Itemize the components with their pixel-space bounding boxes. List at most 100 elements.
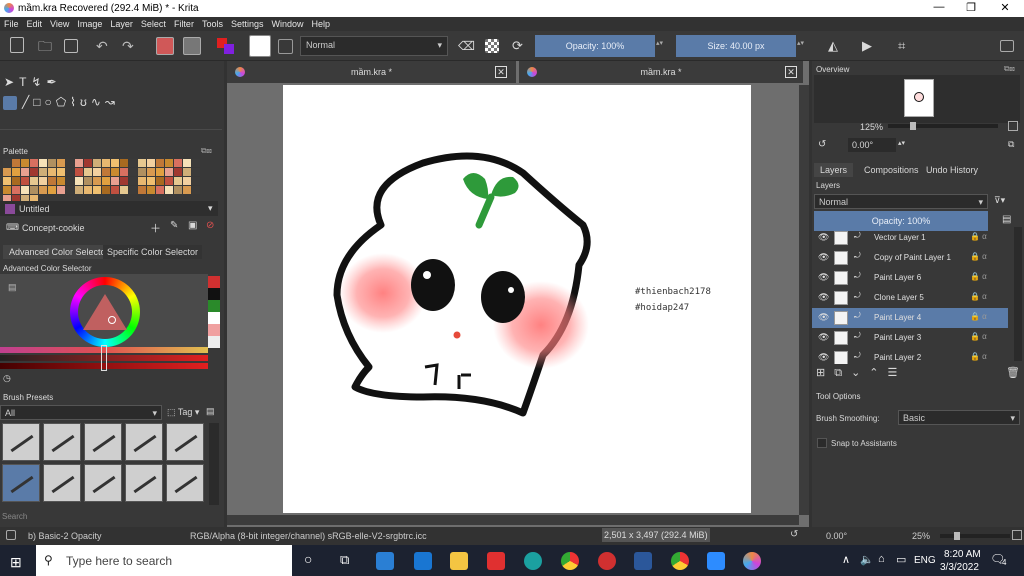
chrome-window-icon[interactable]	[671, 552, 689, 570]
palette-swatch[interactable]	[57, 177, 65, 185]
close-button[interactable]: ✕	[992, 1, 1018, 16]
open-icon[interactable]: 🗀	[38, 37, 56, 55]
palette-swatch[interactable]	[48, 159, 56, 167]
brush-preset-tile[interactable]	[84, 423, 122, 461]
palette-swatch[interactable]	[174, 186, 182, 194]
palette-swatch[interactable]	[165, 159, 173, 167]
palette-swatch[interactable]	[138, 159, 146, 167]
palette-swatch[interactable]	[165, 186, 173, 194]
palette-swatch[interactable]	[48, 168, 56, 176]
palette-swatch[interactable]	[93, 168, 101, 176]
menu-file[interactable]: File	[0, 17, 23, 31]
brush-preset-tile[interactable]	[166, 464, 204, 502]
windows-start-icon[interactable]: ⊞	[10, 554, 22, 571]
menu-window[interactable]: Window	[267, 17, 307, 31]
opacity-slider[interactable]: Opacity: 100%	[535, 35, 655, 57]
edge-icon[interactable]	[524, 552, 542, 570]
canvas-paper[interactable]: #thienbach2178 #hoidap247	[283, 85, 751, 513]
palette-swatch[interactable]	[57, 186, 65, 194]
palette-swatch[interactable]	[75, 168, 83, 176]
krita-taskbar-icon[interactable]	[743, 552, 761, 570]
palette-swatch[interactable]	[57, 159, 65, 167]
palette-swatch[interactable]	[102, 159, 110, 167]
import-palette-icon[interactable]: ▣	[188, 220, 197, 231]
slider-handle[interactable]	[910, 122, 916, 130]
brush-search-input[interactable]: Search	[2, 512, 27, 521]
layer-lock-icon[interactable]: 🔒 α	[970, 332, 987, 341]
docker-float-icon[interactable]: ⧉⊠	[1004, 64, 1015, 74]
layer-lock-icon[interactable]: 🔒 α	[970, 272, 987, 281]
vertical-scrollbar[interactable]	[799, 85, 809, 515]
freehand-brush-icon[interactable]	[3, 96, 17, 110]
tab-advanced-color-selector[interactable]: Advanced Color Selector	[3, 245, 115, 259]
mirror-vertical-icon[interactable]: ▶	[862, 37, 880, 55]
palette-swatch[interactable]	[12, 186, 20, 194]
palette-swatch[interactable]	[120, 168, 128, 176]
alpha-lock-icon[interactable]	[485, 39, 499, 53]
close-tab-icon[interactable]: ✕	[495, 66, 507, 78]
overview-zoom-slider[interactable]	[888, 122, 998, 130]
brush-preset-tile[interactable]	[2, 464, 40, 502]
new-document-icon[interactable]	[10, 37, 24, 53]
horizontal-scrollbar[interactable]	[227, 515, 799, 525]
palette-swatch[interactable]	[39, 186, 47, 194]
palette-swatch[interactable]	[66, 168, 74, 176]
docker-float-icon[interactable]: ⧉⊠	[201, 146, 212, 156]
palette-swatch[interactable]	[75, 186, 83, 194]
tab-undo-history[interactable]: Undo History	[920, 163, 984, 177]
palette-swatch[interactable]	[147, 159, 155, 167]
background-color-swatch[interactable]	[224, 44, 234, 54]
layer-row[interactable]: 👁 ⤾ Paint Layer 4 🔒 α	[812, 308, 1008, 328]
palette-swatch[interactable]	[30, 159, 38, 167]
palette-swatch[interactable]	[21, 177, 29, 185]
brush-preset-icon[interactable]	[249, 35, 271, 57]
layer-visibility-icon[interactable]: 👁	[818, 352, 829, 363]
add-swatch-icon[interactable]: ＋	[150, 220, 161, 236]
eraser-icon[interactable]: ⌫	[458, 37, 476, 55]
palette-swatch[interactable]	[12, 159, 20, 167]
taskbar-date[interactable]: 3/3/2022	[940, 562, 979, 573]
palette-swatch[interactable]	[48, 177, 56, 185]
text-tool-icon[interactable]: T	[19, 75, 31, 89]
rectangle-tool-icon[interactable]: □	[33, 95, 44, 109]
slider-handle[interactable]	[954, 532, 960, 540]
edit-swatch-icon[interactable]: ✎	[170, 220, 178, 231]
menu-view[interactable]: View	[46, 17, 73, 31]
brush-preset-tile[interactable]	[43, 423, 81, 461]
palette-swatch[interactable]	[84, 186, 92, 194]
palette-swatch[interactable]	[174, 177, 182, 185]
palette-swatch[interactable]	[147, 186, 155, 194]
layer-row[interactable]: 👁 ⤾ Vector Layer 1 🔒 α	[812, 228, 1008, 248]
palette-swatch[interactable]	[111, 186, 119, 194]
palette-swatch[interactable]	[75, 177, 83, 185]
move-down-icon[interactable]: ⌄	[851, 367, 869, 379]
palette-swatch[interactable]	[147, 168, 155, 176]
palette-swatch[interactable]	[192, 159, 200, 167]
palette-swatch[interactable]	[111, 177, 119, 185]
layer-menu-icon[interactable]: ☰	[888, 367, 907, 379]
layer-lock-icon[interactable]: 🔒 α	[970, 292, 987, 301]
recent-color-swatch[interactable]	[208, 288, 220, 300]
save-icon[interactable]	[64, 39, 78, 53]
layer-properties-icon[interactable]: ▤	[1002, 214, 1011, 225]
crop-icon[interactable]: ⌗	[898, 37, 916, 55]
word-icon[interactable]	[634, 552, 652, 570]
layer-blend-dropdown[interactable]: Normal ▾	[814, 194, 988, 209]
palette-swatch[interactable]	[39, 168, 47, 176]
layer-lock-icon[interactable]: 🔒 α	[970, 232, 987, 241]
document-tab-2[interactable]: mầm.kra * ✕	[519, 61, 803, 83]
layer-filter-icon[interactable]: ⊽▾	[994, 195, 1005, 206]
palette-swatch[interactable]	[84, 159, 92, 167]
menu-layer[interactable]: Layer	[106, 17, 137, 31]
palette-swatch[interactable]	[3, 168, 11, 176]
blend-mode-dropdown[interactable]: Normal ▾	[300, 36, 448, 56]
opacity-stepper-icon[interactable]: ▴▾	[656, 39, 663, 47]
brush-preset-tile[interactable]	[166, 423, 204, 461]
palette-swatch[interactable]	[75, 159, 83, 167]
tab-layers[interactable]: Layers	[814, 163, 854, 177]
layer-lock-icon[interactable]: 🔒 α	[970, 352, 987, 361]
palette-swatch[interactable]	[21, 168, 29, 176]
status-zoom-slider[interactable]	[940, 532, 1010, 540]
rotation-stepper-icon[interactable]: ▴▾	[898, 139, 905, 147]
palette-swatches[interactable]	[3, 159, 209, 203]
